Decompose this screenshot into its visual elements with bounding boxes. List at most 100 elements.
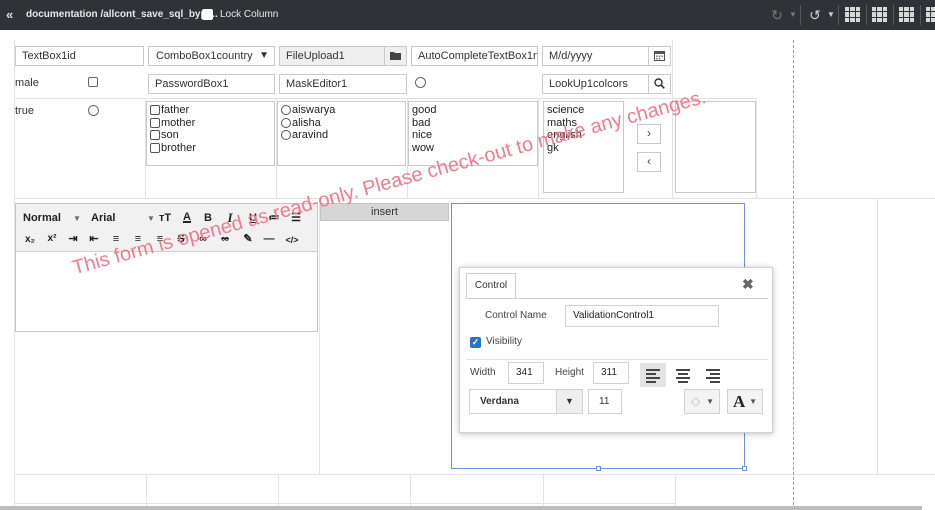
combobox-country[interactable]: ComboBox1country ▼: [148, 46, 275, 66]
toolbar-divider: [893, 5, 894, 25]
font-color-button[interactable]: A ▼: [727, 389, 763, 414]
chevrons-left-icon[interactable]: «: [6, 0, 13, 30]
fill-color-button[interactable]: ◇ ▼: [684, 389, 720, 414]
eraser-icon[interactable]: ✎: [240, 232, 256, 246]
lookup-field[interactable]: LookUp1colcors: [542, 74, 671, 94]
move-right-button[interactable]: ›: [637, 124, 661, 144]
align-left-icon[interactable]: ≡: [109, 232, 123, 246]
checkbox[interactable]: [88, 77, 98, 87]
font-size-icon[interactable]: тT: [157, 211, 173, 225]
checkbox-list-item[interactable]: mother: [150, 117, 271, 130]
option-label: brother: [161, 141, 196, 154]
radio-list-item[interactable]: aravind: [281, 129, 402, 142]
document-title: documentation /allcont_save_sql_byp ...: [26, 9, 218, 20]
text-align-right-icon[interactable]: [700, 363, 726, 387]
link-icon[interactable]: ∞: [195, 232, 211, 246]
chevron-down-icon: ▼: [706, 397, 714, 406]
height-input[interactable]: 311: [593, 362, 629, 384]
move-left-button[interactable]: ‹: [637, 152, 661, 172]
font-family-dropdown[interactable]: Verdana ▼: [469, 389, 583, 414]
close-icon[interactable]: ✖: [742, 276, 754, 293]
grid-line: [877, 198, 878, 474]
subscript-icon[interactable]: x₂: [22, 233, 38, 247]
list-item[interactable]: bad: [412, 117, 534, 130]
unordered-list-icon[interactable]: ☰: [289, 211, 303, 225]
combobox-value: ComboBox1country: [156, 50, 253, 62]
indent-icon[interactable]: ⇥: [66, 232, 80, 246]
insert-button[interactable]: insert: [320, 203, 449, 221]
radio-list: aiswarya alisha aravind: [277, 101, 406, 166]
list-item[interactable]: gk: [547, 142, 620, 155]
bold-icon[interactable]: B: [201, 211, 215, 225]
rte-toolbar: Normal ▼ Arial ▼ тT A B I U ≔ ☰ x₂ x² ⇥ …: [16, 204, 317, 252]
align-center-icon[interactable]: ≡: [131, 232, 145, 246]
horizontal-scrollbar[interactable]: [0, 506, 922, 510]
horizontal-rule-icon[interactable]: —: [262, 232, 276, 246]
list-item[interactable]: good: [412, 104, 534, 117]
list-item[interactable]: nice: [412, 129, 534, 142]
list-box[interactable]: good bad nice wow: [408, 101, 538, 166]
grid-line: [543, 474, 544, 506]
unlink-icon[interactable]: ∞: [217, 232, 233, 246]
dual-list-source[interactable]: science maths english gk: [543, 101, 624, 193]
calendar-icon[interactable]: [648, 47, 670, 65]
lock-column-checkbox[interactable]: [202, 9, 213, 20]
resize-handle[interactable]: [742, 466, 747, 471]
file-upload[interactable]: FileUpload1: [279, 46, 407, 66]
strikethrough-icon[interactable]: S: [174, 232, 188, 246]
font-color-icon[interactable]: A: [180, 210, 194, 224]
width-input[interactable]: 341: [508, 362, 544, 384]
list-item[interactable]: maths: [547, 117, 620, 130]
ordered-list-icon[interactable]: ≔: [267, 211, 281, 225]
format-dropdown[interactable]: Normal: [23, 211, 61, 225]
text-align-center-icon[interactable]: [670, 363, 696, 387]
chevron-down-icon: ▼: [147, 214, 155, 223]
radio-list-item[interactable]: alisha: [281, 117, 402, 130]
font-family-value: Verdana: [480, 396, 519, 407]
dual-list-target[interactable]: [675, 101, 756, 193]
divider: [466, 359, 768, 360]
layout-grid-icon[interactable]: [872, 7, 887, 22]
font-size-input[interactable]: 11: [588, 389, 622, 414]
file-upload-value: FileUpload1: [286, 50, 345, 62]
gender-label: male: [15, 77, 39, 89]
textbox-id[interactable]: TextBox1id: [15, 46, 144, 66]
visibility-checkbox[interactable]: ✓: [470, 337, 481, 348]
layout-grid-icon[interactable]: [899, 7, 914, 22]
checkbox-list-item[interactable]: father: [150, 104, 271, 117]
radio-button[interactable]: [88, 105, 99, 116]
list-item[interactable]: wow: [412, 142, 534, 155]
tab-divider: [466, 298, 768, 299]
autocomplete-textbox[interactable]: AutoCompleteTextBox1na: [411, 46, 538, 66]
grid-line: [14, 98, 756, 99]
date-picker[interactable]: M/d/yyyy: [542, 46, 671, 66]
toolbar-divider: [800, 5, 801, 25]
layout-grid-icon[interactable]: [845, 7, 860, 22]
password-box[interactable]: PasswordBox1: [148, 74, 275, 94]
resize-handle[interactable]: [596, 466, 601, 471]
underline-icon[interactable]: U: [246, 211, 260, 225]
checkbox-list-item[interactable]: brother: [150, 142, 271, 155]
layout-grid-icon[interactable]: [926, 7, 935, 22]
mask-editor[interactable]: MaskEditor1: [279, 74, 407, 94]
align-right-icon[interactable]: ≡: [153, 232, 167, 246]
italic-icon[interactable]: I: [223, 211, 237, 225]
chevron-down-icon: ▼: [259, 50, 269, 61]
code-view-icon[interactable]: </>: [283, 233, 301, 247]
superscript-icon[interactable]: x²: [44, 232, 60, 246]
radio-list-item[interactable]: aiswarya: [281, 104, 402, 117]
font-dropdown[interactable]: Arial: [91, 211, 115, 225]
outdent-icon[interactable]: ⇤: [87, 232, 101, 246]
radio-button[interactable]: [415, 77, 426, 88]
list-item[interactable]: science: [547, 104, 620, 117]
search-icon[interactable]: [648, 75, 670, 93]
control-name-input[interactable]: ValidationControl1: [565, 305, 719, 327]
list-item[interactable]: english: [547, 129, 620, 142]
width-label: Width: [470, 367, 496, 378]
text-align-left-icon[interactable]: [640, 363, 666, 387]
folder-icon[interactable]: [384, 47, 406, 65]
rich-text-editor: Normal ▼ Arial ▼ тT A B I U ≔ ☰ x₂ x² ⇥ …: [15, 203, 318, 332]
checkbox-list-item[interactable]: son: [150, 129, 271, 142]
toolbar-divider: [838, 5, 839, 25]
tab-control[interactable]: Control: [466, 273, 516, 299]
